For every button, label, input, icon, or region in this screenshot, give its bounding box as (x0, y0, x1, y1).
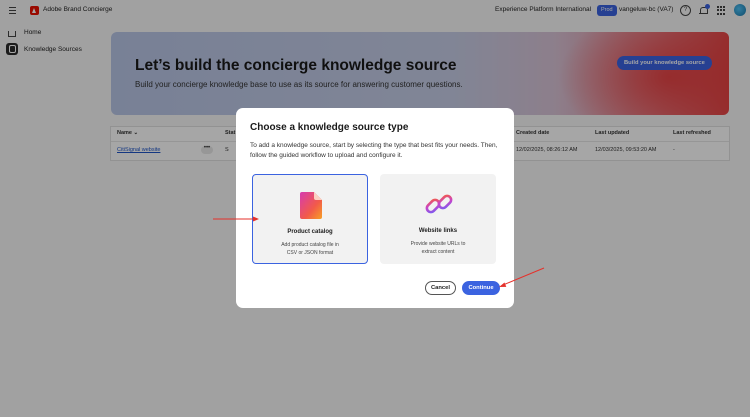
card-description: Add product catalog file in CSV or JSON … (281, 242, 339, 256)
cancel-button[interactable]: Cancel (425, 281, 456, 295)
card-description: Provide website URLs to extract content (410, 241, 466, 255)
continue-button[interactable]: Continue (462, 281, 500, 295)
card-title: Product catalog (287, 229, 333, 235)
link-icon (425, 194, 453, 214)
document-icon (300, 192, 322, 219)
choose-source-type-dialog: Choose a knowledge source type To add a … (236, 108, 514, 308)
card-title: Website links (418, 228, 458, 234)
dialog-description: To add a knowledge source, start by sele… (250, 142, 498, 159)
website-links-card[interactable]: Website links Provide website URLs to ex… (380, 174, 496, 264)
dialog-title: Choose a knowledge source type (250, 122, 409, 133)
product-catalog-card[interactable]: Product catalog Add product catalog file… (252, 174, 368, 264)
